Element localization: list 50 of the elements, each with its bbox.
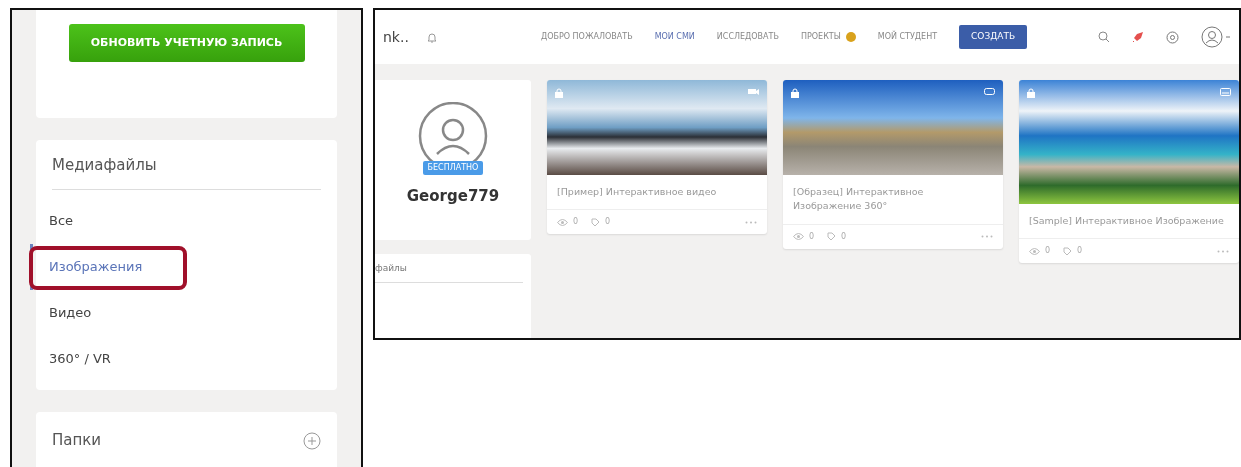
like-count: 0 — [1077, 245, 1083, 258]
upgrade-account-button[interactable]: ОБНОВИТЬ УЧЕТНУЮ ЗАПИСЬ — [68, 24, 305, 62]
eye-icon — [1029, 247, 1040, 255]
coin-icon — [845, 32, 856, 42]
nav-link[interactable]: МОИ СМИ — [654, 31, 695, 43]
card-title: [Образец] Интерактивное Изображение 360° — [783, 175, 1003, 225]
tag-icon — [1063, 246, 1073, 256]
logo-text: nk.. — [383, 27, 409, 47]
lock-icon — [555, 88, 563, 98]
nav-link[interactable]: ИССЛЕДОВАТЬ — [716, 31, 779, 43]
tag-icon — [827, 232, 837, 241]
media-card[interactable]: [Пример] Интерактивное видео 0 0 — [547, 80, 767, 235]
section-title: Медиафайлы — [52, 140, 321, 190]
nav-link[interactable]: МОЙ СТУДЕНТ — [877, 31, 938, 43]
rocket-icon[interactable] — [1132, 31, 1144, 43]
create-button[interactable]: СОЗДАТЬ — [959, 25, 1028, 49]
media-filter-item[interactable]: Изображения — [30, 243, 337, 290]
frame-icon — [984, 88, 995, 96]
like-count: 0 — [605, 216, 611, 229]
more-icon[interactable] — [981, 235, 993, 238]
search-icon[interactable] — [1098, 31, 1110, 43]
camera-icon — [748, 88, 759, 96]
card-title: [Sample] Интерактивное Изображение — [1019, 204, 1239, 240]
add-icon[interactable] — [303, 431, 321, 450]
tag-icon — [591, 217, 601, 227]
lock-icon — [791, 88, 799, 98]
card-title: [Пример] Интерактивное видео — [547, 175, 767, 211]
frame-icon — [1220, 88, 1231, 96]
avatar-icon[interactable] — [1201, 26, 1231, 48]
eye-icon — [793, 233, 804, 240]
section-title: файлы — [375, 262, 523, 283]
like-count: 0 — [841, 230, 847, 243]
more-icon[interactable] — [1217, 249, 1229, 253]
plan-badge: БЕСПЛАТНО — [422, 161, 484, 175]
media-card[interactable]: [Образец] Интерактивное Изображение 360° 0 0 — [783, 80, 1003, 249]
eye-icon — [557, 218, 568, 226]
view-count: 0 — [1045, 245, 1051, 258]
nav-link[interactable]: ДОБРО ПОЖАЛОВАТЬ — [540, 31, 633, 43]
bell-icon[interactable] — [426, 31, 437, 43]
username: George779 — [406, 186, 500, 207]
media-filter-item[interactable]: Видео — [30, 289, 337, 336]
media-filter-item[interactable]: Все — [30, 197, 337, 244]
media-filter-item[interactable]: 360° / VR — [30, 335, 337, 382]
nav-link[interactable]: ПРОЕКТЫ — [800, 31, 856, 43]
more-icon[interactable] — [745, 220, 757, 224]
media-card[interactable]: [Sample] Интерактивное Изображение 0 0 — [1019, 80, 1239, 264]
view-count: 0 — [573, 216, 579, 229]
view-count: 0 — [809, 230, 815, 243]
section-title: Папки — [52, 430, 102, 452]
lock-icon — [1027, 88, 1035, 98]
